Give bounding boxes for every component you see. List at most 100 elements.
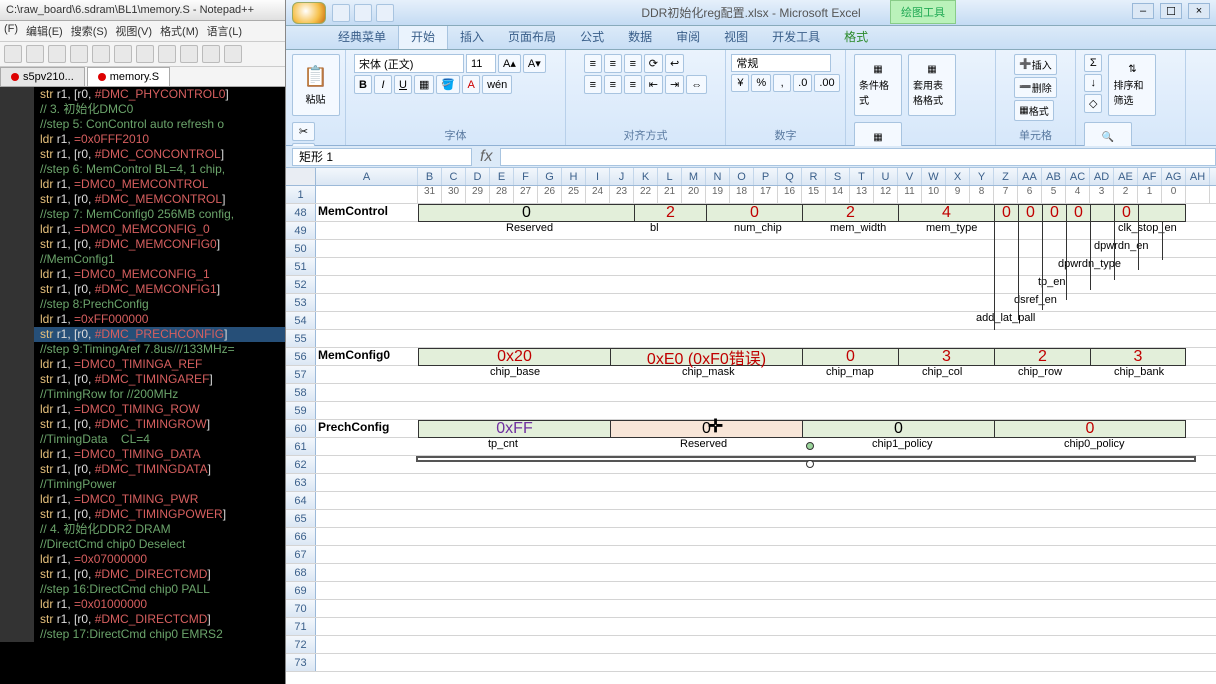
italic-button[interactable]: I (374, 75, 392, 94)
col-header[interactable]: Q (778, 168, 802, 185)
ribbon-tab[interactable]: 开始 (398, 23, 448, 49)
underline-button[interactable]: U (394, 75, 412, 94)
decrease-indent-icon[interactable]: ⇤ (644, 75, 663, 94)
col-header[interactable]: X (946, 168, 970, 185)
menu-item[interactable]: 语言(L) (207, 23, 242, 39)
col-header[interactable]: W (922, 168, 946, 185)
fill-icon[interactable]: ↓ (1084, 74, 1102, 92)
wrap-text-icon[interactable]: ↩ (665, 54, 684, 73)
decrease-decimal-icon[interactable]: .00 (814, 74, 839, 92)
open-file-icon[interactable] (26, 45, 44, 63)
undo-icon[interactable] (354, 4, 372, 22)
name-box[interactable] (292, 148, 472, 166)
col-header[interactable]: G (538, 168, 562, 185)
percent-icon[interactable]: % (751, 74, 771, 92)
window-controls[interactable]: – ☐ × (1132, 3, 1210, 19)
undo-icon[interactable] (180, 45, 198, 63)
minimize-icon[interactable]: – (1132, 3, 1154, 19)
ribbon-tab[interactable]: 公式 (568, 24, 616, 49)
col-header[interactable]: J (610, 168, 634, 185)
col-header[interactable]: L (658, 168, 682, 185)
col-header[interactable]: AA (1018, 168, 1042, 185)
increase-font-icon[interactable]: A▴ (498, 54, 521, 73)
new-file-icon[interactable] (4, 45, 22, 63)
col-header[interactable]: Z (994, 168, 1018, 185)
merge-icon[interactable]: ⇔ (686, 75, 707, 94)
align-top-icon[interactable]: ≡ (584, 54, 602, 73)
ribbon-tab[interactable]: 数据 (616, 24, 664, 49)
number-format-select[interactable] (731, 54, 831, 72)
copy-icon[interactable] (136, 45, 154, 63)
format-button[interactable]: ▦格式 (1014, 100, 1053, 121)
editor-tab[interactable]: s5pv210... (0, 67, 85, 86)
quick-access-toolbar[interactable] (332, 4, 394, 22)
ribbon-tab[interactable]: 视图 (712, 24, 760, 49)
col-header[interactable]: E (490, 168, 514, 185)
print-icon[interactable] (92, 45, 110, 63)
col-header[interactable]: H (562, 168, 586, 185)
cut-icon[interactable]: ✂ (292, 122, 316, 141)
office-button-icon[interactable] (292, 2, 326, 24)
notepad-toolbar[interactable] (0, 42, 285, 67)
cut-icon[interactable] (114, 45, 132, 63)
col-header[interactable]: AE (1114, 168, 1138, 185)
editor-tab[interactable]: memory.S (87, 67, 170, 86)
align-middle-icon[interactable]: ≡ (604, 54, 622, 73)
fx-icon[interactable]: fx (472, 148, 500, 166)
menu-item[interactable]: 视图(V) (115, 23, 152, 39)
orientation-icon[interactable]: ⟳ (644, 54, 663, 73)
decrease-font-icon[interactable]: A▾ (523, 54, 546, 73)
col-header[interactable]: AB (1042, 168, 1066, 185)
menu-item[interactable]: 搜索(S) (71, 23, 108, 39)
code-editor[interactable]: str r1, [r0, #DMC_PHYCONTROL0]// 3. 初始化D… (0, 87, 285, 684)
close-icon[interactable]: × (1188, 3, 1210, 19)
increase-indent-icon[interactable]: ⇥ (665, 75, 684, 94)
ribbon-tab[interactable]: 审阅 (664, 24, 712, 49)
border-icon[interactable]: ▦ (414, 75, 434, 94)
ribbon-tab[interactable]: 插入 (448, 24, 496, 49)
comma-icon[interactable]: , (773, 74, 791, 92)
col-header[interactable]: A (316, 168, 418, 185)
align-center-icon[interactable]: ≡ (604, 75, 622, 94)
col-header[interactable]: I (586, 168, 610, 185)
col-header[interactable]: V (898, 168, 922, 185)
increase-decimal-icon[interactable]: .0 (793, 74, 812, 92)
col-header[interactable]: D (466, 168, 490, 185)
ribbon-tabs[interactable]: 经典菜单开始插入页面布局公式数据审阅视图开发工具格式 (286, 26, 1216, 50)
col-header[interactable]: AD (1090, 168, 1114, 185)
menu-item[interactable]: 格式(M) (160, 23, 199, 39)
menu-item[interactable]: 编辑(E) (26, 23, 63, 39)
ribbon-tab[interactable]: 格式 (832, 24, 880, 49)
clear-icon[interactable]: ◇ (1084, 94, 1102, 113)
ribbon-tab[interactable]: 页面布局 (496, 24, 568, 49)
notepad-menubar[interactable]: (F) 编辑(E) 搜索(S) 视图(V) 格式(M) 语言(L) (0, 21, 285, 42)
col-header[interactable]: M (682, 168, 706, 185)
fill-color-icon[interactable]: 🪣 (436, 75, 460, 94)
col-header[interactable]: AC (1066, 168, 1090, 185)
worksheet[interactable]: ABCDEFGHIJKLMNOPQRSTUVWXYZAAABACADAEAFAG… (286, 168, 1216, 684)
col-header[interactable]: R (802, 168, 826, 185)
notepad-tabbar[interactable]: s5pv210...memory.S (0, 67, 285, 87)
delete-button[interactable]: ➖删除 (1014, 77, 1056, 98)
column-headers[interactable]: ABCDEFGHIJKLMNOPQRSTUVWXYZAAABACADAEAFAG… (286, 168, 1216, 186)
col-header[interactable]: U (874, 168, 898, 185)
ribbon-tab[interactable]: 开发工具 (760, 24, 832, 49)
grid-body[interactable]: 1313029282726252423222120191817161514131… (286, 186, 1216, 672)
font-color-icon[interactable]: A (462, 75, 480, 94)
col-header[interactable]: S (826, 168, 850, 185)
formula-bar[interactable] (500, 148, 1216, 166)
menu-item[interactable]: (F) (4, 23, 18, 39)
col-header[interactable]: O (730, 168, 754, 185)
col-header[interactable]: AG (1162, 168, 1186, 185)
find-icon[interactable] (224, 45, 242, 63)
paste-button[interactable]: 📋粘贴 (292, 54, 340, 116)
redo-icon[interactable] (376, 4, 394, 22)
insert-button[interactable]: ➕插入 (1014, 54, 1056, 75)
align-right-icon[interactable]: ≡ (624, 75, 642, 94)
col-header[interactable]: Y (970, 168, 994, 185)
redo-icon[interactable] (202, 45, 220, 63)
col-header[interactable]: AF (1138, 168, 1162, 185)
sort-filter-button[interactable]: ⇅排序和筛选 (1108, 54, 1156, 116)
col-header[interactable]: T (850, 168, 874, 185)
format-table-button[interactable]: ▦套用表格格式 (908, 54, 956, 116)
